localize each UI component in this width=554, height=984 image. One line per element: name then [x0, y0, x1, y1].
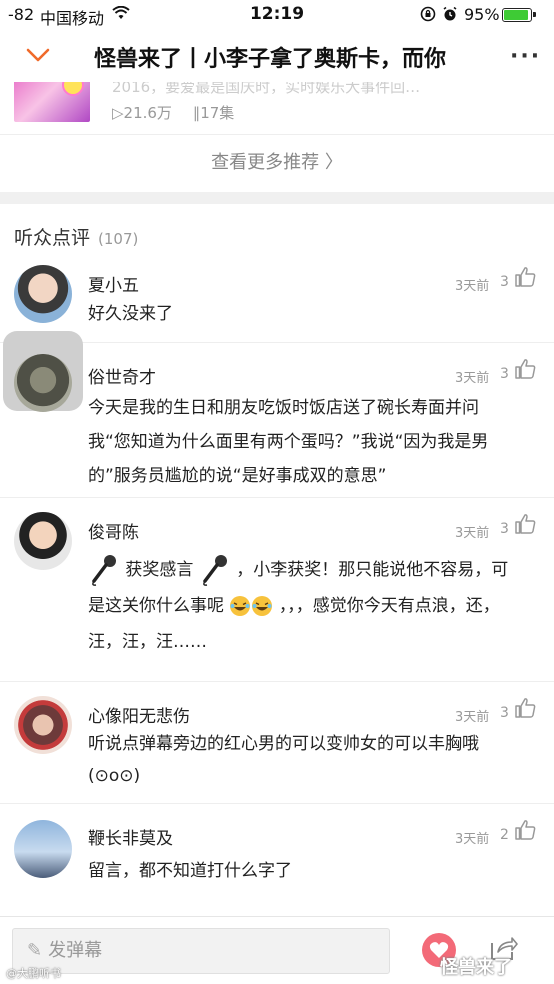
thumbs-up-icon[interactable] — [514, 512, 538, 536]
like-count: 3 — [500, 521, 509, 537]
comment-line: 今天是我的生日和朋友吃饭时饭店送了碗长寿面并问 — [88, 398, 479, 418]
status-bar: -82 中国移动 12:19 95% — [0, 0, 554, 30]
bottom-bar: ✎ 发弹幕 怪兽来了 @大鹏听书 — [0, 916, 554, 984]
recommendation-meta: ▷21.6万 ∥17集 — [112, 102, 250, 123]
episode-count: ∥17集 — [192, 104, 235, 122]
comment-line: 我“您知道为什么面里有两个蛋吗？”我说“因为我是男 — [88, 432, 489, 452]
comment-text: 今天是我的生日和朋友吃饭时饭店送了碗长寿面并问 我“您知道为什么面里有两个蛋吗？… — [88, 391, 528, 493]
comment-text: 听说点弹幕旁边的红心男的可以变帅女的可以丰胸哦 (⊙o⊙) — [88, 728, 528, 792]
rotation-lock-icon — [420, 6, 436, 22]
comment-item: 俗世奇才 3天前 3 今天是我的生日和朋友吃饭时饭店送了碗长寿面并问 我“您知道… — [0, 331, 554, 498]
recommendation-thumbnail — [14, 82, 90, 122]
comment-time: 3天前 — [455, 832, 490, 847]
microphone-emoji-icon — [92, 555, 116, 586]
chevron-down-icon[interactable] — [24, 44, 52, 66]
more-options-icon[interactable]: ··· — [510, 44, 541, 69]
page-title: 怪兽来了丨小李子拿了奥斯卡，而你 — [94, 47, 447, 72]
comment-item: 心像阳无悲伤 3天前 3 听说点弹幕旁边的红心男的可以变帅女的可以丰胸哦 (⊙o… — [0, 682, 554, 804]
see-more-recommendations-button[interactable]: 查看更多推荐 〉 — [0, 134, 554, 192]
comment-segment: 是这关你什么事呢 — [88, 596, 224, 616]
laughing-tears-emoji-icon — [252, 596, 273, 616]
comment-author[interactable]: 鞭长非莫及 — [88, 824, 173, 849]
thumbs-up-icon[interactable] — [514, 818, 538, 842]
watermark: 怪兽来了 — [440, 957, 512, 978]
thumbs-up-icon[interactable] — [514, 357, 538, 381]
comment-line: 汪，汪，汪…… — [88, 632, 207, 652]
danmu-input[interactable]: ✎ 发弹幕 — [12, 928, 390, 974]
comment-segment: ，小李获奖！那只能说他不容易，可 — [236, 560, 509, 580]
laughing-tears-emoji-icon — [230, 596, 251, 616]
comment-item: 夏小五 3天前 3 好久没来了 — [0, 255, 554, 343]
like-count: 3 — [500, 705, 509, 721]
play-count: ▷21.6万 — [112, 104, 172, 122]
like-count: 2 — [500, 827, 509, 843]
comment-author[interactable]: 夏小五 — [88, 271, 139, 296]
avatar[interactable] — [14, 354, 72, 412]
battery-percent: 95% — [464, 5, 500, 24]
comment-line: 听说点弹幕旁边的红心男的可以变帅女的可以丰胸哦 — [88, 734, 479, 754]
comment-line: 获奖感言 ，小李获奖！那只能说他不容易，可 — [88, 552, 528, 588]
thumbnail-badge-icon — [62, 82, 84, 96]
section-divider — [0, 192, 554, 204]
danmu-placeholder: 发弹幕 — [48, 940, 103, 961]
thumbs-up-icon[interactable] — [514, 696, 538, 720]
comment-text: 留言，都不知道打什么字了 — [88, 861, 292, 881]
comment-time: 3天前 — [455, 526, 490, 541]
battery-tip — [533, 12, 536, 17]
avatar[interactable] — [14, 265, 72, 323]
comment-item: 俊哥陈 3天前 3 获奖感言 ，小李获奖！那只能说他不容易，可 是这关你什么事呢 — [0, 498, 554, 682]
recommendation-item[interactable]: 2016，要爱最是国庆时，实时娱乐大事件回… ▷21.6万 ∥17集 — [0, 82, 554, 134]
comment-segment: 获奖感言 — [125, 560, 194, 580]
comment-line: 的”服务员尴尬的说“是好事成双的意思” — [88, 466, 387, 486]
comment-time: 3天前 — [455, 710, 490, 725]
comment-text: 好久没来了 — [88, 304, 173, 324]
comment-author[interactable]: 心像阳无悲伤 — [88, 702, 190, 727]
comment-segment: ，，，感觉你今天有点浪，还， — [278, 596, 500, 616]
thumbs-up-icon[interactable] — [514, 265, 538, 289]
comment-author[interactable]: 俗世奇才 — [88, 363, 156, 388]
comment-author[interactable]: 俊哥陈 — [88, 518, 139, 543]
comment-time: 3天前 — [455, 279, 490, 294]
avatar[interactable] — [14, 820, 72, 878]
like-count: 3 — [500, 274, 509, 290]
comment-text: 获奖感言 ，小李获奖！那只能说他不容易，可 是这关你什么事呢 ，，，感觉你今天有… — [88, 552, 528, 660]
comment-time: 3天前 — [455, 371, 490, 386]
comment-line: (⊙o⊙) — [88, 766, 141, 786]
comments-header: 听众点评 (107) — [14, 223, 138, 250]
avatar[interactable] — [14, 512, 72, 570]
comments-title: 听众点评 — [14, 227, 91, 249]
microphone-emoji-icon — [202, 555, 227, 586]
battery-icon — [502, 8, 536, 22]
like-count: 3 — [500, 366, 509, 382]
battery-fill — [504, 10, 528, 20]
comment-item: 鞭长非莫及 3天前 2 留言，都不知道打什么字了 — [0, 804, 554, 916]
comments-count: (107) — [98, 230, 139, 248]
alarm-icon — [443, 6, 457, 21]
comment-line: 是这关你什么事呢 ，，，感觉你今天有点浪，还， — [88, 588, 528, 624]
watermark-small: @大鹏听书 — [6, 967, 61, 980]
avatar[interactable] — [14, 696, 72, 754]
recommendation-description: 2016，要爱最是国庆时，实时娱乐大事件回… — [112, 82, 421, 96]
nav-bar: 怪兽来了丨小李子拿了奥斯卡，而你 ··· — [0, 30, 554, 82]
